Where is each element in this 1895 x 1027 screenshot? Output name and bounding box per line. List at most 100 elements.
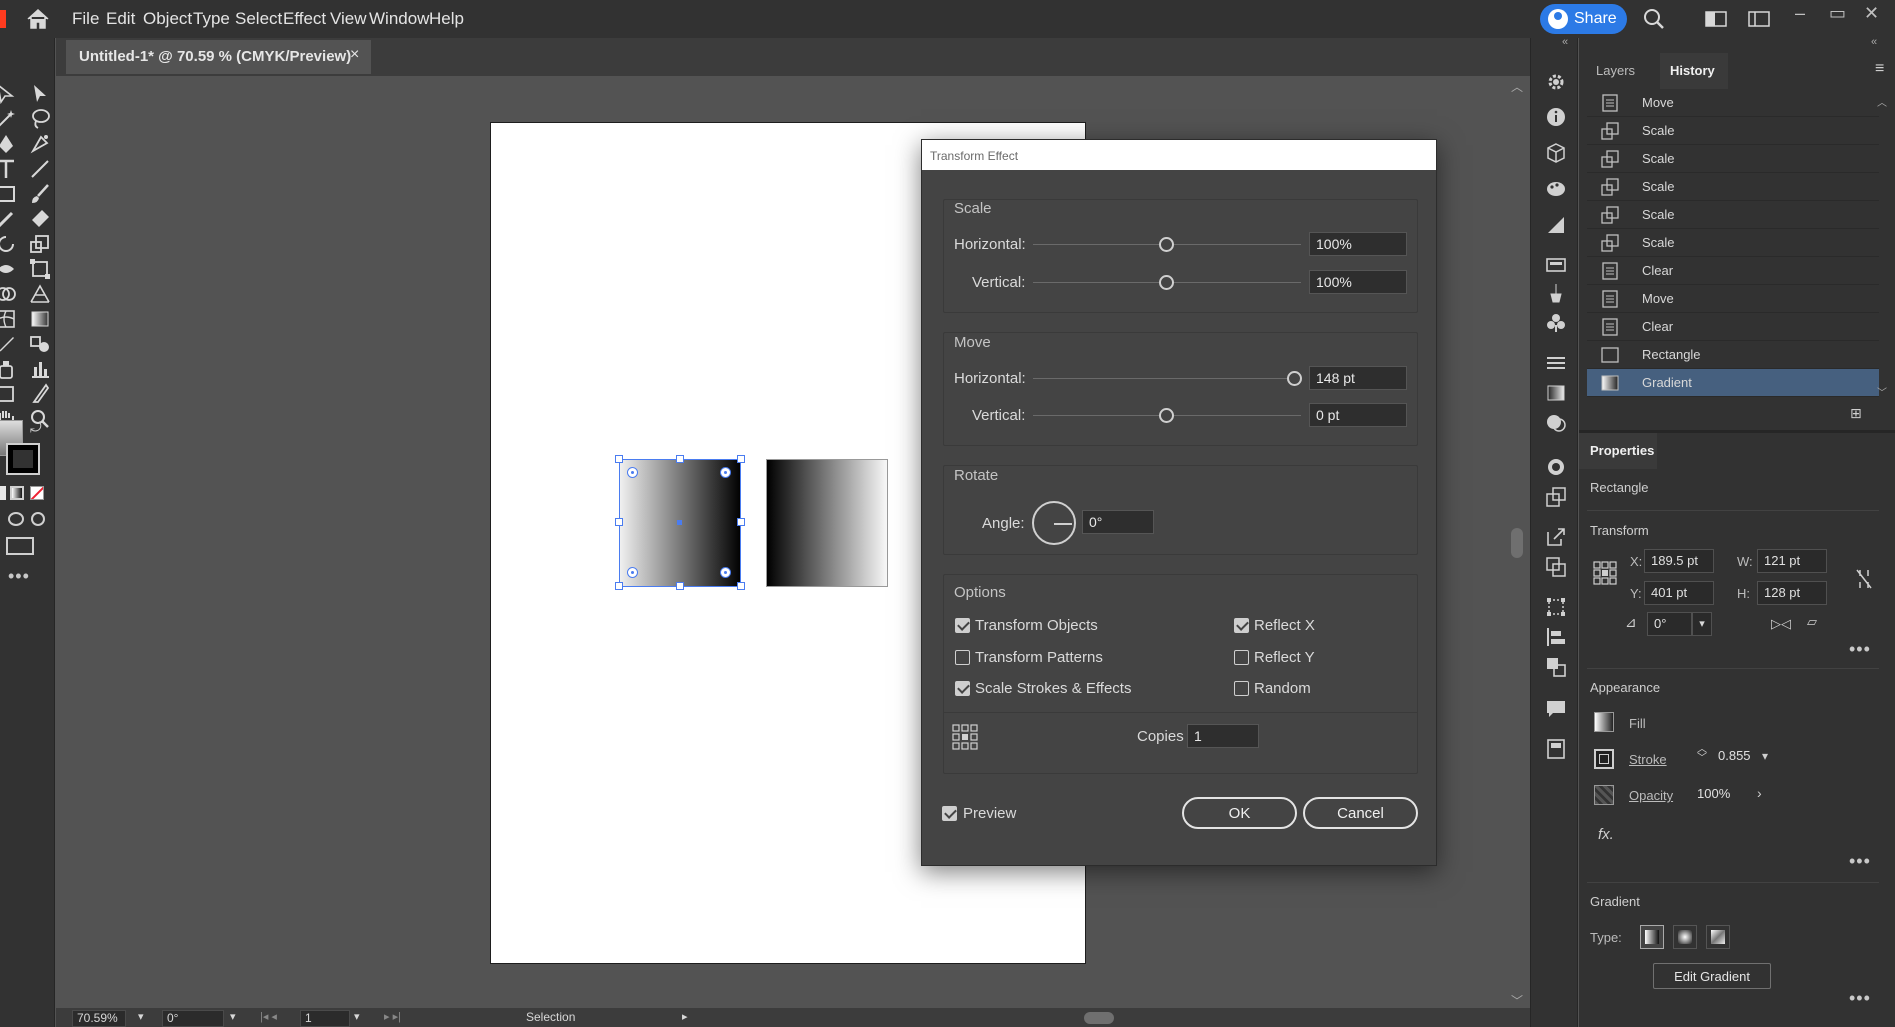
brushes-icon[interactable] [1545,282,1567,304]
graphic-styles-icon[interactable] [1545,456,1567,478]
screen-mode-icon[interactable] [6,537,34,555]
zoom-dropdown-icon[interactable]: ▾ [138,1010,144,1023]
draw-mode-icon[interactable] [8,512,24,526]
appearance-more-options-icon[interactable]: ••• [1849,851,1871,872]
eyedropper-tool-icon[interactable] [0,332,18,356]
stroke-swatch[interactable] [1594,749,1614,769]
last-artboard-icon[interactable]: ▸ ▸| [384,1010,401,1023]
eraser-tool-icon[interactable] [28,207,52,231]
pen-tool-icon[interactable] [0,132,18,156]
move-vertical-knob[interactable] [1159,408,1174,423]
menu-edit[interactable]: Edit [106,9,135,29]
history-item[interactable]: Move [1587,89,1879,117]
zoom-field[interactable]: 70.59% [72,1010,126,1027]
scale-horizontal-knob[interactable] [1159,237,1174,252]
freeform-gradient-button[interactable] [1706,925,1730,949]
collapse-panels-icon[interactable]: « [1562,36,1568,48]
stroke-weight-dropdown-icon[interactable]: ▾ [1762,749,1768,763]
none-mode-icon[interactable] [30,486,44,500]
status-menu-icon[interactable]: ▸ [682,1010,688,1023]
scale-tool-icon[interactable] [28,232,52,256]
artboard-dropdown-icon[interactable]: ▾ [354,1010,360,1023]
stroke-weight-field[interactable]: 0.855 [1712,745,1760,769]
mesh-tool-icon[interactable] [0,307,18,331]
history-item[interactable]: Scale [1587,201,1879,229]
rotation-field[interactable]: 0° [162,1010,224,1027]
corner-radius-widget[interactable] [720,467,731,478]
slice-tool-icon[interactable] [28,382,52,406]
free-transform-tool-icon[interactable] [28,257,52,281]
perspective-grid-tool-icon[interactable] [28,282,52,306]
resize-handle[interactable] [676,582,684,590]
share-button[interactable]: Share [1540,4,1627,34]
fx-icon[interactable]: fx. [1598,826,1614,843]
color-mode-icon[interactable] [0,486,6,500]
selection-tool-icon[interactable] [0,82,18,106]
cancel-button[interactable]: Cancel [1303,797,1418,829]
blend-tool-icon[interactable] [28,332,52,356]
search-icon[interactable] [1643,8,1665,35]
corner-radius-widget[interactable] [627,567,638,578]
export-icon[interactable] [1545,526,1567,548]
history-item[interactable]: Clear [1587,257,1879,285]
color-guide-icon[interactable] [1545,178,1567,200]
resize-handle[interactable] [737,518,745,526]
close-window-icon[interactable]: ✕ [1864,3,1879,24]
history-scroll-up-icon[interactable]: ︿ [1877,94,1887,109]
vertical-scroll-thumb[interactable] [1511,528,1523,558]
scroll-down-icon[interactable]: ﹀ [1511,992,1523,1009]
info-icon[interactable] [1545,106,1567,128]
more-tools-icon[interactable]: ••• [8,566,30,587]
menu-file[interactable]: File [72,9,99,29]
edit-gradient-button[interactable]: Edit Gradient [1653,963,1771,989]
artboard-number-field[interactable]: 1 [300,1010,350,1027]
swap-fill-stroke-icon[interactable]: ⤾ [30,419,42,436]
scale-vertical-input[interactable]: 100% [1309,270,1407,294]
arrange-documents-icon[interactable] [1705,11,1727,32]
random-checkbox[interactable] [1234,681,1249,696]
ok-button[interactable]: OK [1182,797,1297,829]
draw-inside-icon[interactable] [31,512,45,526]
curvature-tool-icon[interactable] [28,132,52,156]
type-tool-icon[interactable] [0,157,18,181]
panel-menu-icon[interactable]: ≡ [1875,60,1884,78]
paintbrush-tool-icon[interactable] [28,182,52,206]
fill-swatch[interactable] [1594,712,1614,732]
tab-properties[interactable]: Properties [1590,443,1654,458]
move-vertical-input[interactable]: 0 pt [1309,403,1407,427]
align-panel-icon[interactable] [1545,626,1567,648]
scale-horizontal-input[interactable]: 100% [1309,232,1407,256]
scale-vertical-knob[interactable] [1159,275,1174,290]
rectangle-tool-icon[interactable] [0,182,18,206]
width-tool-icon[interactable] [0,257,18,281]
history-item[interactable]: Scale [1587,145,1879,173]
menu-type[interactable]: Type [193,9,230,29]
gradient-panel-icon[interactable] [1545,382,1567,404]
copies-input[interactable]: 1 [1187,724,1259,748]
gradient-more-options-icon[interactable]: ••• [1849,988,1871,1009]
comments-icon[interactable] [1545,698,1567,720]
transform-objects-checkbox[interactable] [955,618,970,633]
close-document-icon[interactable]: × [350,46,359,64]
flip-horizontal-icon[interactable]: ▷◁ [1771,616,1791,632]
pathfinder-icon[interactable] [1545,656,1567,678]
tab-history[interactable]: History [1670,63,1715,78]
properties-gear-icon[interactable] [1545,71,1567,93]
restore-icon[interactable]: ▭ [1829,3,1846,24]
lasso-tool-icon[interactable] [28,107,52,131]
linear-gradient-button[interactable] [1640,925,1664,949]
resize-handle[interactable] [615,455,623,463]
gradient-tool-icon[interactable] [28,307,52,331]
history-item[interactable]: Scale [1587,117,1879,145]
tab-layers[interactable]: Layers [1596,63,1635,78]
y-field[interactable]: 401 pt [1644,581,1714,605]
angle-input[interactable]: 0° [1082,510,1154,534]
w-field[interactable]: 121 pt [1757,549,1827,573]
history-item[interactable]: Move [1587,285,1879,313]
move-horizontal-knob[interactable] [1287,371,1302,386]
menu-view[interactable]: View [330,9,367,29]
first-artboard-icon[interactable]: |◂ ◂ [260,1010,277,1023]
transform-panel-icon[interactable] [1545,596,1567,618]
corner-radius-widget[interactable] [627,467,638,478]
symbol-sprayer-tool-icon[interactable] [0,357,18,381]
